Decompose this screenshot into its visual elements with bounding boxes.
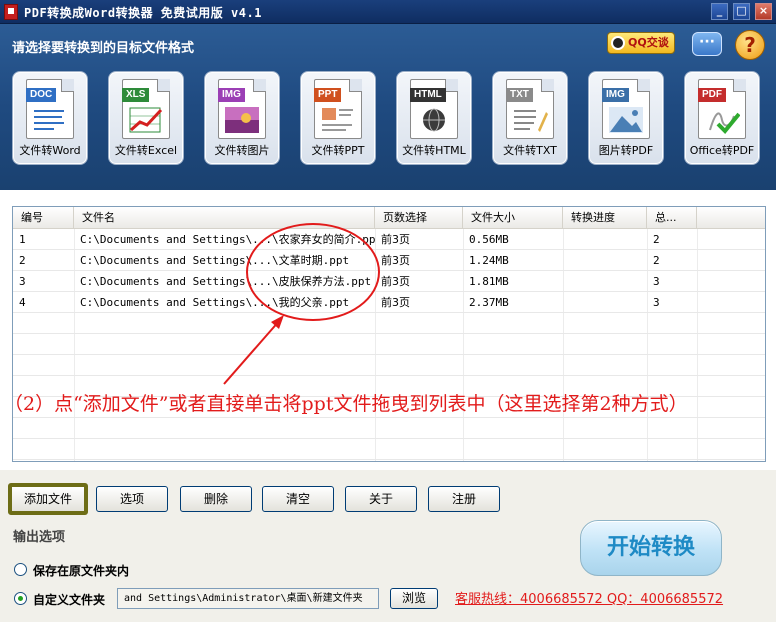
keep-original-label[interactable]: 保存在原文件夹内 xyxy=(33,562,129,579)
output-options-label: 输出选项 xyxy=(13,530,66,545)
output-path-field[interactable]: and Settings\Administrator\桌面\新建文件夹 xyxy=(117,588,379,609)
custom-folder-label[interactable]: 自定义文件夹 xyxy=(33,591,105,608)
options-button[interactable]: 选项 xyxy=(96,486,168,512)
add-file-button[interactable]: 添加文件 xyxy=(8,483,88,515)
browse-button[interactable]: 浏览 xyxy=(390,588,438,609)
instruction-annotation: （2）点“添加文件”或者直接单击将ppt文件拖曳到列表中（这里选择第2种方式） xyxy=(4,393,688,415)
keep-original-radio[interactable] xyxy=(14,563,27,576)
register-button[interactable]: 注册 xyxy=(428,486,500,512)
about-button[interactable]: 关于 xyxy=(345,486,417,512)
clear-button[interactable]: 清空 xyxy=(262,486,334,512)
delete-button[interactable]: 删除 xyxy=(180,486,252,512)
start-conversion-button[interactable]: 开始转换 xyxy=(580,520,722,576)
support-hotline-link[interactable]: 客服热线：4006685572 QQ：4006685572 xyxy=(455,588,723,607)
custom-folder-radio[interactable] xyxy=(14,592,27,605)
